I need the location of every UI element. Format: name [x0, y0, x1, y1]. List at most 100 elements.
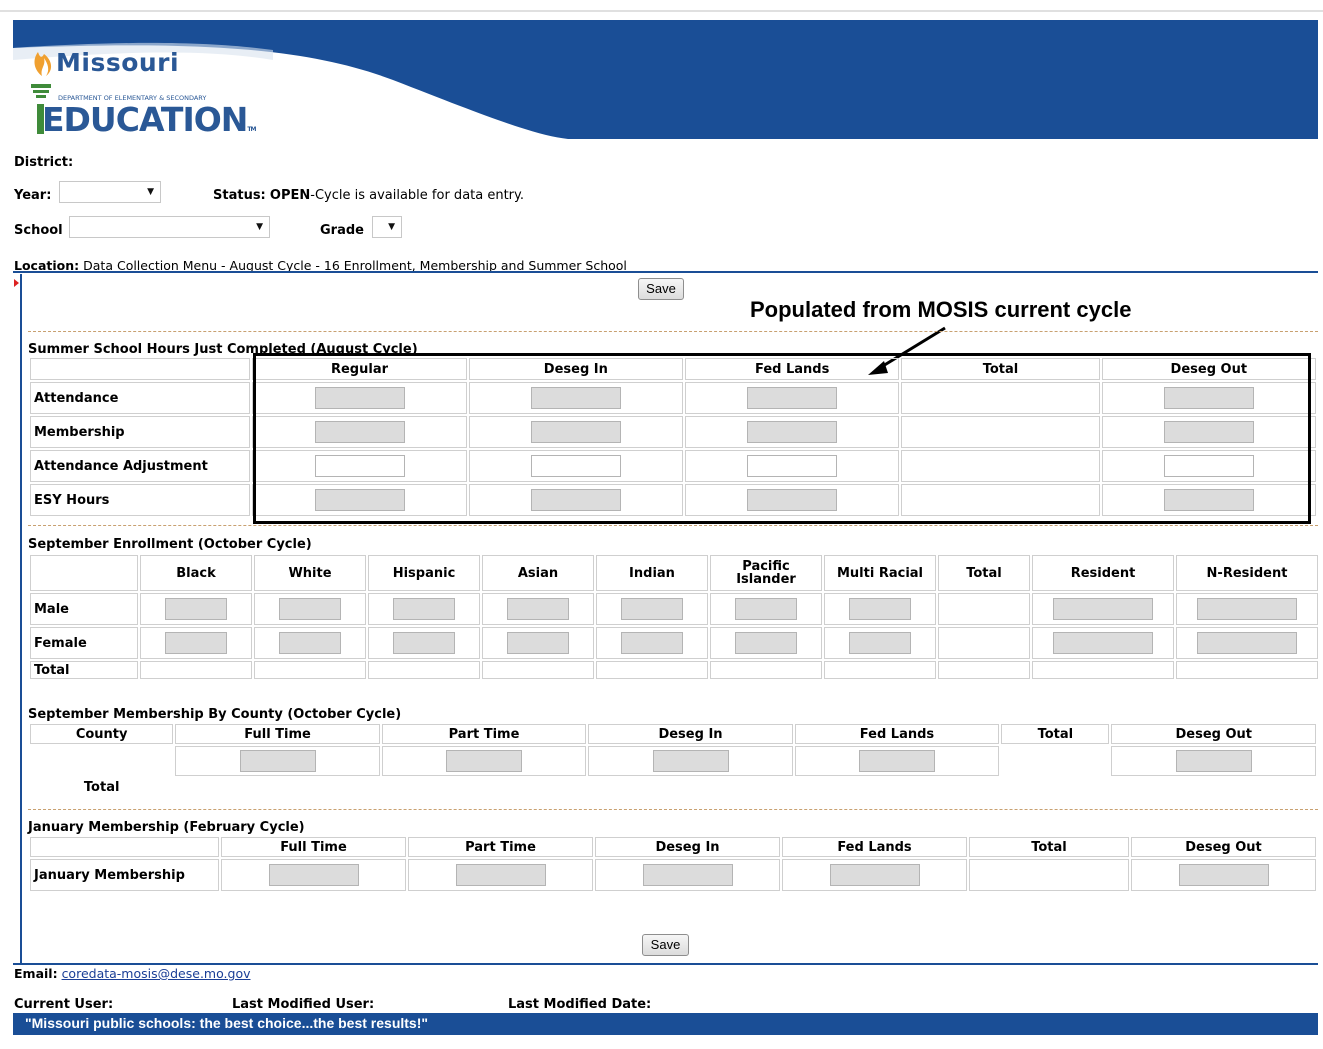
female-black-field: [165, 632, 227, 654]
membership-deseg-out-field: [1163, 421, 1254, 443]
county-full-time-field: [239, 750, 316, 772]
last-modified-user-label: Last Modified User:: [232, 997, 375, 1012]
county-total-cell: [1001, 746, 1109, 776]
enrollment-col-resident: Resident: [1032, 555, 1174, 591]
esy-regular-field: [314, 489, 405, 511]
year-select[interactable]: ▼: [59, 181, 161, 203]
female-white-field: [279, 632, 341, 654]
male-multi-racial-field: [849, 598, 911, 620]
location-divider: [13, 271, 1318, 273]
adjustment-regular-input[interactable]: [314, 455, 405, 477]
status-text: Status: OPEN-Cycle is available for data…: [213, 188, 525, 203]
january-col-full-time: Full Time: [221, 837, 406, 857]
male-n-resident-field: [1197, 598, 1297, 620]
grade-select[interactable]: ▼: [372, 216, 402, 238]
january-header-blank: [30, 837, 219, 857]
county-total-label: Total: [83, 779, 120, 795]
january-row-membership: January Membership: [30, 859, 219, 891]
county-col-full-time: Full Time: [175, 724, 380, 744]
summer-col-total: Total: [901, 358, 1100, 380]
county-table: County Full Time Part Time Deseg In Fed …: [28, 722, 1318, 798]
enrollment-col-pacific-islander: Pacific Islander: [710, 555, 822, 591]
january-total-cell: [969, 859, 1129, 891]
female-resident-field: [1053, 632, 1153, 654]
summer-table: Regular Deseg In Fed Lands Total Deseg O…: [28, 356, 1318, 518]
january-deseg-out-field: [1178, 864, 1269, 886]
male-black-field: [165, 598, 227, 620]
male-hispanic-field: [393, 598, 455, 620]
male-white-field: [279, 598, 341, 620]
dese-logo[interactable]: Missouri DEPARTMENT OF ELEMENTARY & SECO…: [28, 48, 288, 140]
january-full-time-field: [268, 864, 359, 886]
section-divider: [28, 525, 1318, 526]
enrollment-col-white: White: [254, 555, 366, 591]
county-col-deseg-out: Deseg Out: [1111, 724, 1316, 744]
email-link[interactable]: coredata-mosis@dese.mo.gov: [62, 966, 251, 981]
january-col-fed-lands: Fed Lands: [782, 837, 967, 857]
female-indian-field: [621, 632, 683, 654]
january-fed-lands-field: [829, 864, 920, 886]
enrollment-col-indian: Indian: [596, 555, 708, 591]
section-divider: [28, 809, 1318, 810]
attendance-fed-lands-field: [747, 387, 838, 409]
esy-total-cell: [901, 484, 1100, 516]
adjustment-deseg-out-input[interactable]: [1163, 455, 1254, 477]
footer-divider: [13, 963, 1318, 965]
school-select[interactable]: ▼: [69, 216, 270, 238]
logo-education-text: EDUCATIONTM: [42, 100, 256, 139]
chevron-down-icon: ▼: [147, 187, 154, 197]
district-label: District:: [14, 155, 74, 170]
attendance-deseg-out-field: [1163, 387, 1254, 409]
esy-deseg-out-field: [1163, 489, 1254, 511]
summer-row-esy-hours: ESY Hours: [30, 484, 251, 516]
adjustment-deseg-in-input[interactable]: [530, 455, 621, 477]
county-name-cell: [30, 746, 173, 776]
january-table: Full Time Part Time Deseg In Fed Lands T…: [28, 835, 1318, 893]
summer-col-fed-lands: Fed Lands: [685, 358, 900, 380]
enrollment-col-total: Total: [938, 555, 1030, 591]
adjustment-fed-lands-input[interactable]: [747, 455, 838, 477]
esy-deseg-in-field: [530, 489, 621, 511]
january-section-title: January Membership (February Cycle): [28, 820, 305, 835]
enrollment-section-title: September Enrollment (October Cycle): [28, 537, 312, 552]
save-button-bottom[interactable]: Save: [642, 934, 689, 956]
female-pacific-islander-field: [735, 632, 797, 654]
female-hispanic-field: [393, 632, 455, 654]
male-resident-field: [1053, 598, 1153, 620]
attendance-total-cell: [901, 382, 1100, 414]
county-col-county: County: [30, 724, 174, 744]
enrollment-table: Black White Hispanic Asian Indian Pacifi…: [28, 553, 1320, 681]
summer-section-title: Summer School Hours Just Completed (Augu…: [28, 342, 418, 357]
footer-slogan: "Missouri public schools: the best choic…: [25, 1015, 429, 1031]
county-fed-lands-field: [858, 750, 935, 772]
summer-col-regular: Regular: [252, 358, 467, 380]
enrollment-col-n-resident: N-Resident: [1176, 555, 1318, 591]
content-left-border: [20, 274, 22, 964]
summer-row-attendance-adjustment: Attendance Adjustment: [30, 450, 251, 482]
esy-fed-lands-field: [747, 489, 838, 511]
county-col-part-time: Part Time: [381, 724, 587, 744]
enrollment-row-male: Male: [30, 593, 138, 625]
county-col-total: Total: [1001, 724, 1110, 744]
email-line: Email: coredata-mosis@dese.mo.gov: [14, 966, 251, 981]
chevron-down-icon: ▼: [388, 222, 395, 232]
january-col-part-time: Part Time: [408, 837, 593, 857]
annotation-callout: Populated from MOSIS current cycle: [750, 297, 1132, 322]
county-deseg-in-field: [652, 750, 729, 772]
summer-header-blank: [30, 358, 251, 380]
grade-label: Grade: [320, 223, 364, 238]
save-button-top[interactable]: Save: [638, 278, 684, 300]
top-rule: [0, 10, 1323, 12]
summer-row-membership: Membership: [30, 416, 251, 448]
january-col-deseg-out: Deseg Out: [1131, 837, 1316, 857]
summer-col-deseg-in: Deseg In: [468, 358, 683, 380]
membership-deseg-in-field: [530, 421, 621, 443]
male-indian-field: [621, 598, 683, 620]
january-deseg-in-field: [642, 864, 733, 886]
january-col-total: Total: [969, 837, 1129, 857]
county-deseg-out-field: [1175, 750, 1252, 772]
female-multi-racial-field: [849, 632, 911, 654]
year-label: Year:: [14, 188, 52, 203]
summer-row-attendance: Attendance: [30, 382, 251, 414]
female-total-cell: [938, 627, 1030, 659]
